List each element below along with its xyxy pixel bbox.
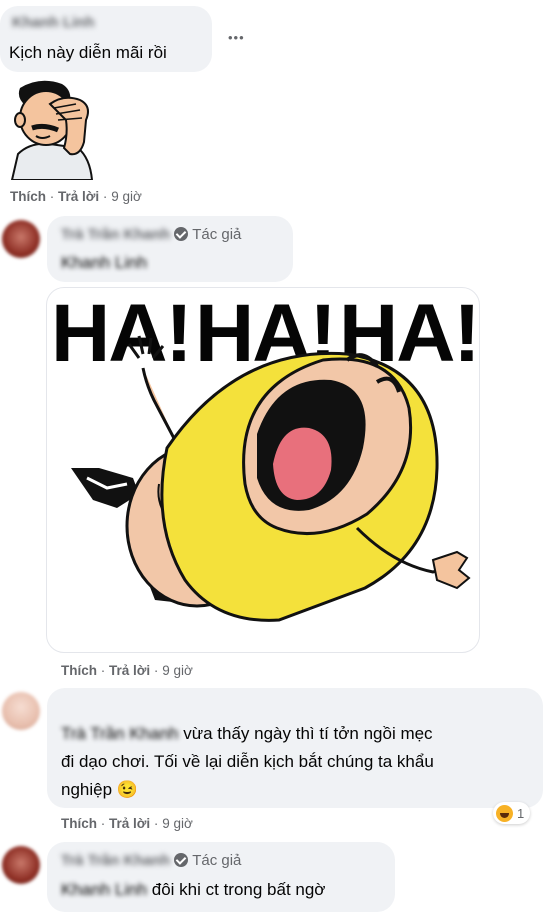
avatar[interactable] (2, 846, 40, 884)
comment-actions: Thích · Trả lời · 9 giờ (61, 816, 193, 831)
avatar[interactable] (2, 692, 40, 730)
author-badge: Tác giả (192, 852, 242, 869)
comment-text: nghiệp (61, 780, 113, 799)
comment-bubble-2: Trà Trần Khanh Tác giả Khanh Linh (47, 216, 293, 282)
timestamp[interactable]: 9 giờ (162, 816, 193, 831)
laughing-sticker: HA! HA! HA! (46, 287, 480, 653)
comment-bubble-1: Khanh Linh Kịch này diễn mãi rồi (0, 6, 212, 72)
facepalm-sticker (10, 80, 94, 180)
wink-emoji-icon: 😉 (116, 780, 138, 799)
avatar[interactable] (2, 220, 40, 258)
comment-text: đi dạo chơi. Tối về lại diễn kịch bắt ch… (61, 752, 434, 771)
timestamp[interactable]: 9 giờ (162, 663, 193, 678)
laughing-character-icon (71, 335, 471, 622)
reply-button[interactable]: Trả lời (109, 663, 150, 678)
comment-actions: Thích · Trả lời · 9 giờ (61, 663, 193, 678)
timestamp[interactable]: 9 giờ (111, 189, 142, 204)
reaction-badge[interactable]: 1 (493, 802, 531, 824)
reply-button[interactable]: Trả lời (109, 816, 150, 831)
like-button[interactable]: Thích (61, 816, 97, 831)
like-button[interactable]: Thích (10, 189, 46, 204)
verified-badge-icon (174, 853, 189, 867)
comment-author-name[interactable]: Trà Trần Khanh (61, 226, 170, 243)
comment-actions: Thích · Trả lời · 9 giờ (10, 189, 142, 204)
like-button[interactable]: Thích (61, 663, 97, 678)
reaction-count: 1 (517, 805, 525, 821)
comment-author-name[interactable]: Trà Trần Khanh (61, 852, 170, 869)
mention-link[interactable]: Khanh Linh (61, 878, 147, 902)
haha-reaction-icon (496, 804, 513, 822)
comment-author-name[interactable] (61, 696, 191, 710)
more-options-icon[interactable]: ••• (228, 30, 245, 45)
reply-button[interactable]: Trả lời (58, 189, 99, 204)
mention-link[interactable]: Trà Trần Khanh (61, 722, 179, 746)
mention-link[interactable]: Khanh Linh (61, 253, 147, 273)
comment-author-name[interactable]: Khanh Linh (12, 14, 95, 31)
comment-text: đôi khi ct trong bất ngờ (151, 880, 326, 899)
comment-text: Kịch này diễn mãi rồi (9, 43, 167, 62)
author-badge: Tác giả (192, 226, 242, 243)
comment-bubble-3: Trà Trần Khanh vừa thấy ngày thì tí tởn … (47, 688, 543, 808)
comment-text: vừa thấy ngày thì tí tởn ngồi mẹc (183, 724, 433, 743)
verified-badge-icon (174, 227, 189, 241)
comment-bubble-4: Trà Trần Khanh Tác giả Khanh Linh đôi khi… (47, 842, 395, 912)
